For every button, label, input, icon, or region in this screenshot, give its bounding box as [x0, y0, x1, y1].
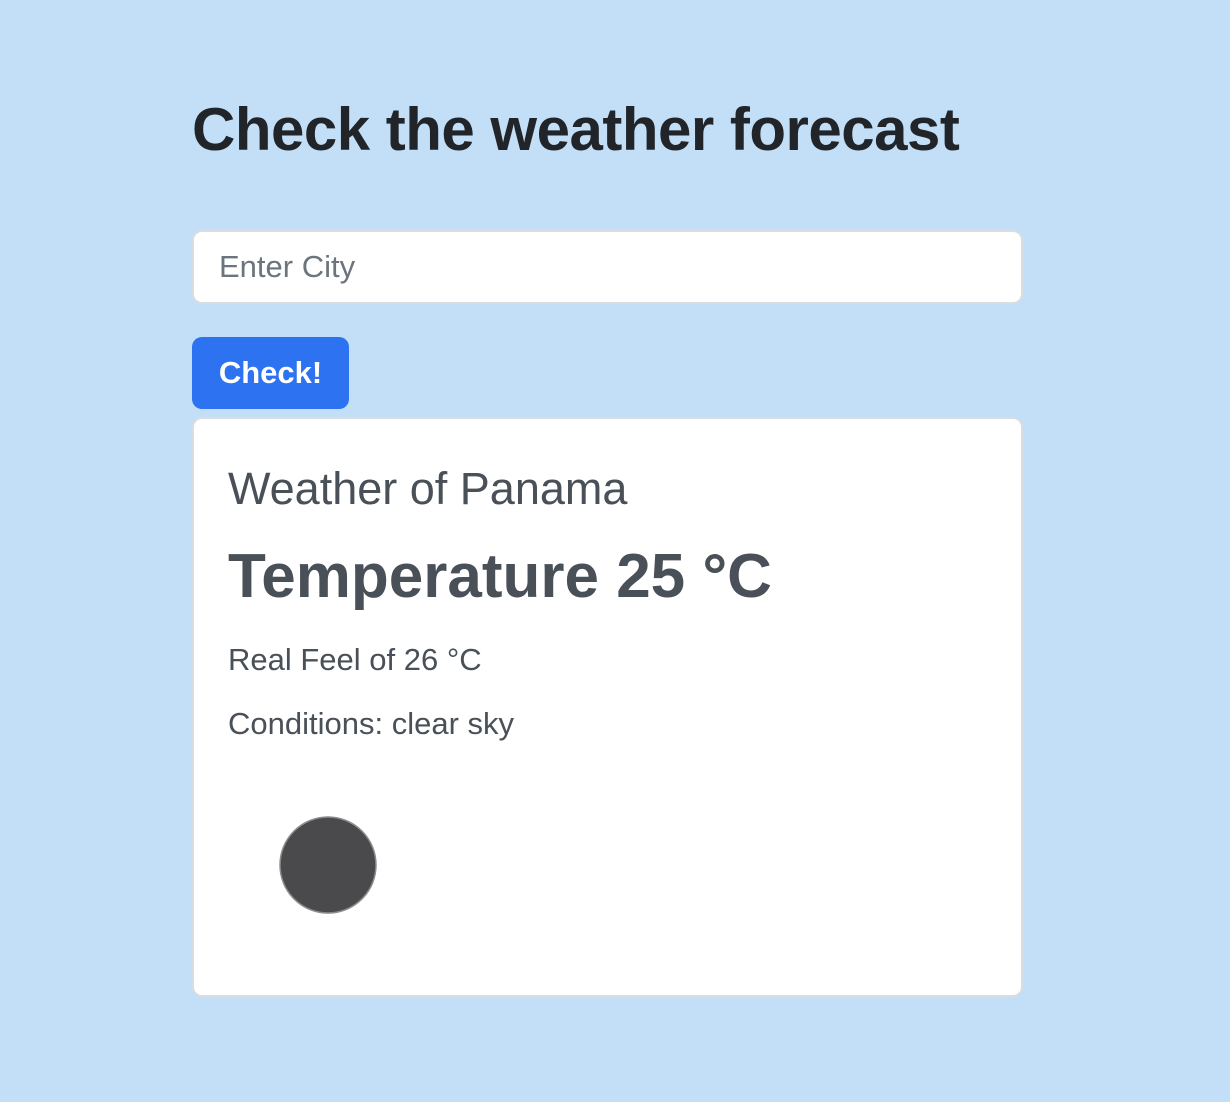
weather-card: Weather of Panama Temperature 25 °C Real… [192, 417, 1023, 997]
check-button[interactable]: Check! [192, 337, 349, 409]
clear-sky-icon [279, 816, 377, 914]
city-input[interactable] [192, 230, 1023, 304]
weather-title: Weather of Panama [228, 463, 628, 514]
real-feel: Real Feel of 26 °C [228, 642, 482, 677]
temperature: Temperature 25 °C [228, 542, 772, 611]
page-title: Check the weather forecast [192, 96, 960, 163]
conditions: Conditions: clear sky [228, 706, 515, 741]
